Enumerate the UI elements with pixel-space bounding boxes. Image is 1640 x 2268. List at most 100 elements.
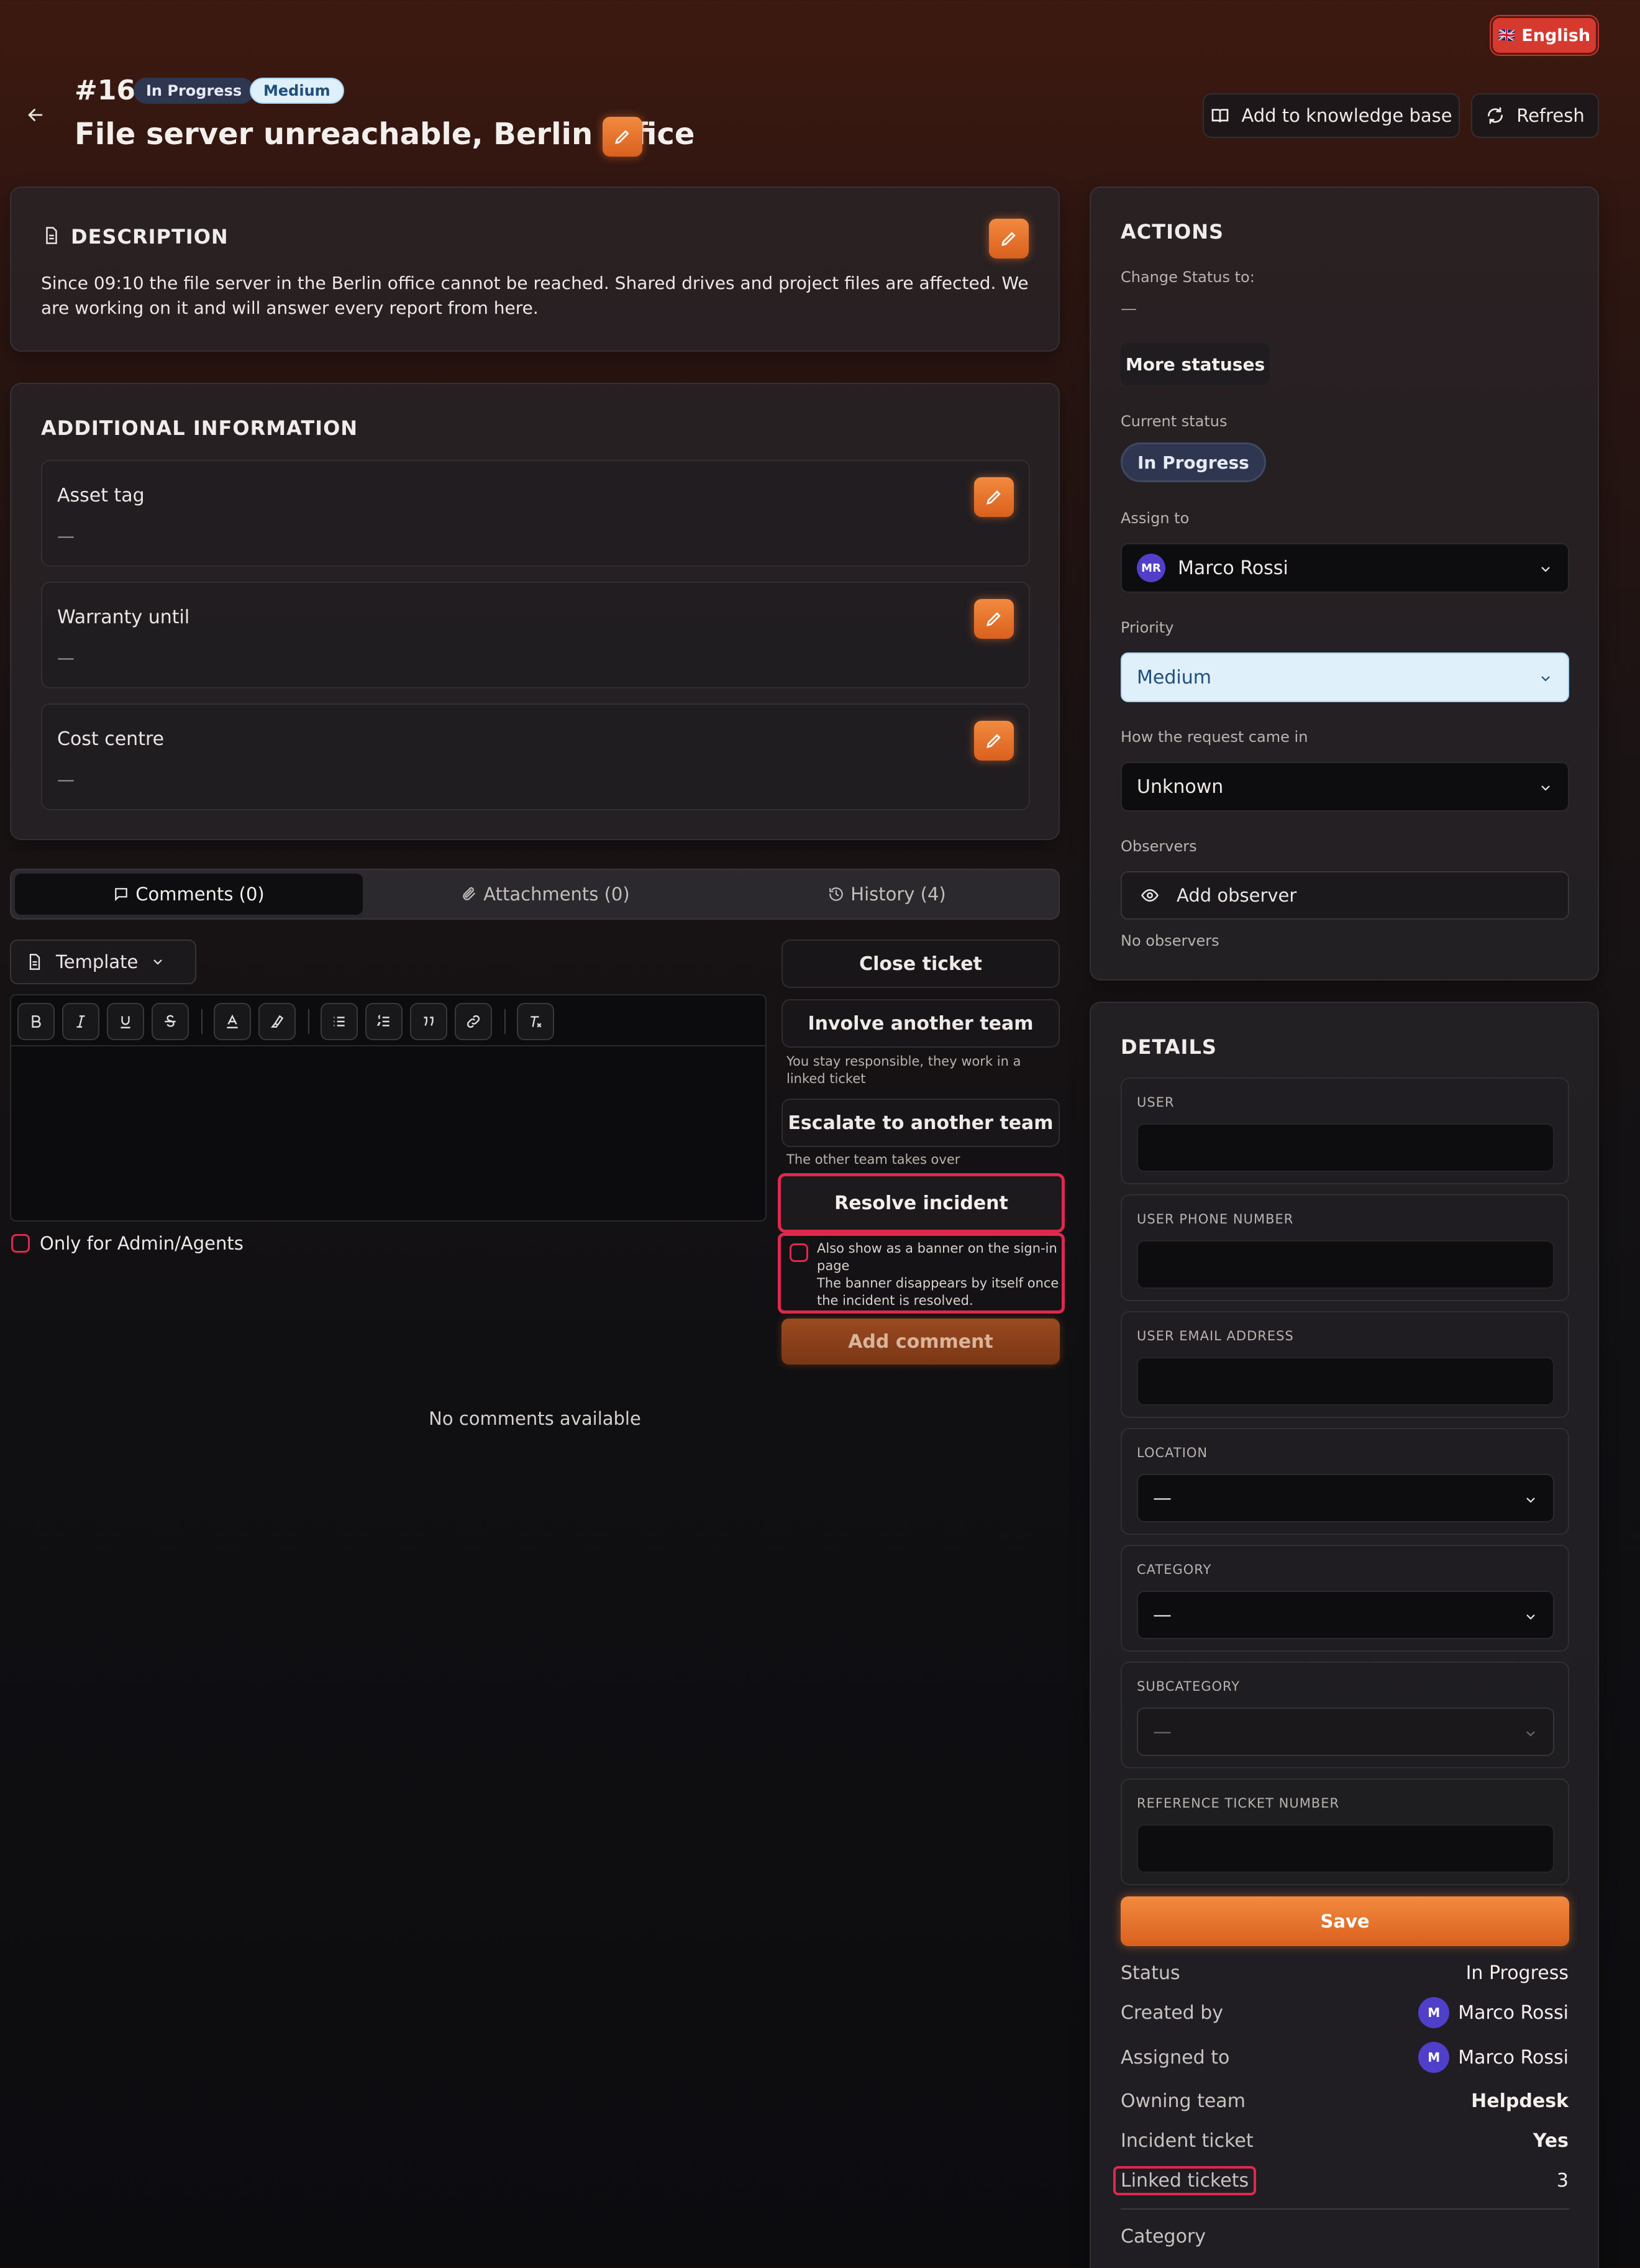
description-heading: DESCRIPTION bbox=[71, 225, 229, 249]
refresh-button[interactable]: Refresh bbox=[1471, 93, 1599, 138]
chevron-down-icon bbox=[1526, 1614, 1535, 1620]
edit-cost-centre-button[interactable] bbox=[974, 721, 1014, 761]
subcategory-select[interactable]: — bbox=[1137, 1708, 1554, 1756]
template-dropdown[interactable]: Template bbox=[10, 940, 196, 984]
kb-label: Add to knowledge base bbox=[1241, 105, 1452, 126]
italic-icon[interactable] bbox=[62, 1003, 99, 1040]
no-comments-text: No comments available bbox=[429, 1408, 641, 1429]
uk-flag-icon: 🇬🇧 bbox=[1498, 27, 1516, 43]
field-value: — bbox=[57, 769, 75, 790]
add-to-knowledge-base-button[interactable]: Add to knowledge base bbox=[1203, 93, 1460, 138]
location-select[interactable]: — bbox=[1137, 1474, 1554, 1522]
resolve-incident-button[interactable]: Resolve incident bbox=[778, 1173, 1065, 1233]
editor-toolbar bbox=[11, 995, 765, 1046]
category-select[interactable]: — bbox=[1137, 1591, 1554, 1639]
edit-warranty-button[interactable] bbox=[974, 599, 1014, 639]
add-comment-button[interactable]: Add comment bbox=[781, 1319, 1060, 1365]
numbered-list-icon[interactable] bbox=[365, 1003, 403, 1040]
chevron-down-icon bbox=[1541, 785, 1550, 791]
highlight-icon[interactable] bbox=[258, 1003, 296, 1040]
tab-history[interactable]: History (4) bbox=[719, 874, 1055, 915]
history-icon bbox=[829, 887, 844, 901]
escalate-team-button[interactable]: Escalate to another team bbox=[781, 1099, 1060, 1147]
category-field: CATEGORY — bbox=[1121, 1545, 1569, 1652]
email-label: USER EMAIL ADDRESS bbox=[1137, 1328, 1294, 1343]
assigned-to-name: Marco Rossi bbox=[1458, 2046, 1569, 2069]
quote-icon[interactable] bbox=[410, 1003, 447, 1040]
eye-icon bbox=[1141, 889, 1159, 902]
book-icon bbox=[1212, 109, 1229, 122]
add-observer-label: Add observer bbox=[1177, 885, 1297, 906]
phone-input[interactable] bbox=[1137, 1240, 1554, 1289]
details-divider bbox=[1121, 2208, 1569, 2210]
actions-heading: ACTIONS bbox=[1121, 220, 1224, 244]
reference-input[interactable] bbox=[1137, 1824, 1554, 1873]
assign-value: Marco Rossi bbox=[1178, 557, 1288, 579]
subcategory-value: — bbox=[1153, 1721, 1172, 1743]
detail-team-row: Owning team Helpdesk bbox=[1121, 2085, 1569, 2116]
observers-label: Observers bbox=[1121, 838, 1197, 855]
warranty-field: Warranty until — bbox=[41, 582, 1030, 688]
assign-to-select[interactable]: MR Marco Rossi bbox=[1121, 543, 1569, 593]
source-value: Unknown bbox=[1137, 775, 1224, 798]
tab-attachments[interactable]: Attachments (0) bbox=[371, 874, 719, 915]
close-ticket-button[interactable]: Close ticket bbox=[781, 940, 1060, 988]
link-icon[interactable] bbox=[455, 1003, 492, 1040]
clear-format-icon[interactable] bbox=[517, 1003, 554, 1040]
category-value: — bbox=[1153, 1604, 1172, 1626]
back-arrow-icon[interactable] bbox=[25, 104, 46, 126]
field-label: Warranty until bbox=[57, 606, 190, 628]
reference-field: REFERENCE TICKET NUMBER bbox=[1121, 1778, 1569, 1885]
location-label: LOCATION bbox=[1137, 1445, 1208, 1460]
edit-description-button[interactable] bbox=[989, 219, 1029, 258]
priority-label: Priority bbox=[1121, 619, 1174, 636]
email-field: USER EMAIL ADDRESS bbox=[1121, 1311, 1569, 1418]
phone-label: USER PHONE NUMBER bbox=[1137, 1212, 1294, 1227]
additional-info-card: ADDITIONAL INFORMATION Asset tag — Warra… bbox=[10, 383, 1060, 840]
more-statuses-button[interactable]: More statuses bbox=[1121, 343, 1270, 385]
involve-team-button[interactable]: Involve another team bbox=[781, 999, 1060, 1048]
field-label: Asset tag bbox=[57, 485, 145, 506]
linked-tickets-link[interactable]: Linked tickets bbox=[1113, 2165, 1257, 2195]
cost-centre-field: Cost centre — bbox=[41, 703, 1030, 810]
involve-hint: You stay responsible, they work in a lin… bbox=[786, 1054, 1021, 1086]
banner-checkbox[interactable] bbox=[790, 1243, 808, 1262]
chevron-down-icon bbox=[153, 959, 163, 965]
escalate-hint: The other team takes over bbox=[786, 1152, 960, 1167]
source-label: How the request came in bbox=[1121, 728, 1308, 746]
assign-to-label: Assign to bbox=[1121, 510, 1190, 527]
location-field: LOCATION — bbox=[1121, 1428, 1569, 1535]
field-label: Cost centre bbox=[57, 728, 165, 750]
tab-comments[interactable]: Comments (0) bbox=[15, 874, 363, 915]
source-select[interactable]: Unknown bbox=[1121, 762, 1569, 812]
row-value: M Marco Rossi bbox=[1418, 2042, 1569, 2073]
edit-title-button[interactable] bbox=[603, 117, 642, 157]
chevron-down-icon bbox=[1526, 1731, 1535, 1737]
change-status-label: Change Status to: bbox=[1121, 268, 1255, 286]
editor-content[interactable] bbox=[11, 1048, 765, 1222]
bullet-list-icon[interactable] bbox=[321, 1003, 358, 1040]
user-field: USER bbox=[1121, 1077, 1569, 1184]
user-input[interactable] bbox=[1137, 1123, 1554, 1172]
pencil-icon bbox=[615, 130, 629, 144]
text-color-icon[interactable] bbox=[214, 1003, 251, 1040]
asset-tag-field: Asset tag — bbox=[41, 460, 1030, 567]
bold-icon[interactable] bbox=[17, 1003, 55, 1040]
edit-asset-tag-button[interactable] bbox=[974, 477, 1014, 517]
email-input[interactable] bbox=[1137, 1357, 1554, 1406]
description-text: Since 09:10 the file server in the Berli… bbox=[41, 273, 1029, 318]
only-admin-checkbox[interactable] bbox=[11, 1234, 30, 1253]
language-button[interactable]: 🇬🇧 English bbox=[1491, 16, 1598, 55]
subcategory-field: SUBCATEGORY — bbox=[1121, 1662, 1569, 1768]
incident-banner-option: Also show as a banner on the sign-in pag… bbox=[778, 1233, 1065, 1314]
strikethrough-icon[interactable] bbox=[152, 1003, 189, 1040]
change-status-value: — bbox=[1121, 300, 1137, 318]
detail-created-row: Created by M Marco Rossi bbox=[1121, 1997, 1569, 2028]
save-button[interactable]: Save bbox=[1121, 1896, 1569, 1946]
add-observer-button[interactable]: Add observer bbox=[1121, 871, 1569, 920]
row-key: Status bbox=[1121, 1962, 1180, 1984]
underline-icon[interactable] bbox=[107, 1003, 144, 1040]
detail-incident-row: Incident ticket Yes bbox=[1121, 2125, 1569, 2156]
priority-select[interactable]: Medium bbox=[1121, 652, 1569, 702]
pencil-icon bbox=[986, 612, 1001, 626]
